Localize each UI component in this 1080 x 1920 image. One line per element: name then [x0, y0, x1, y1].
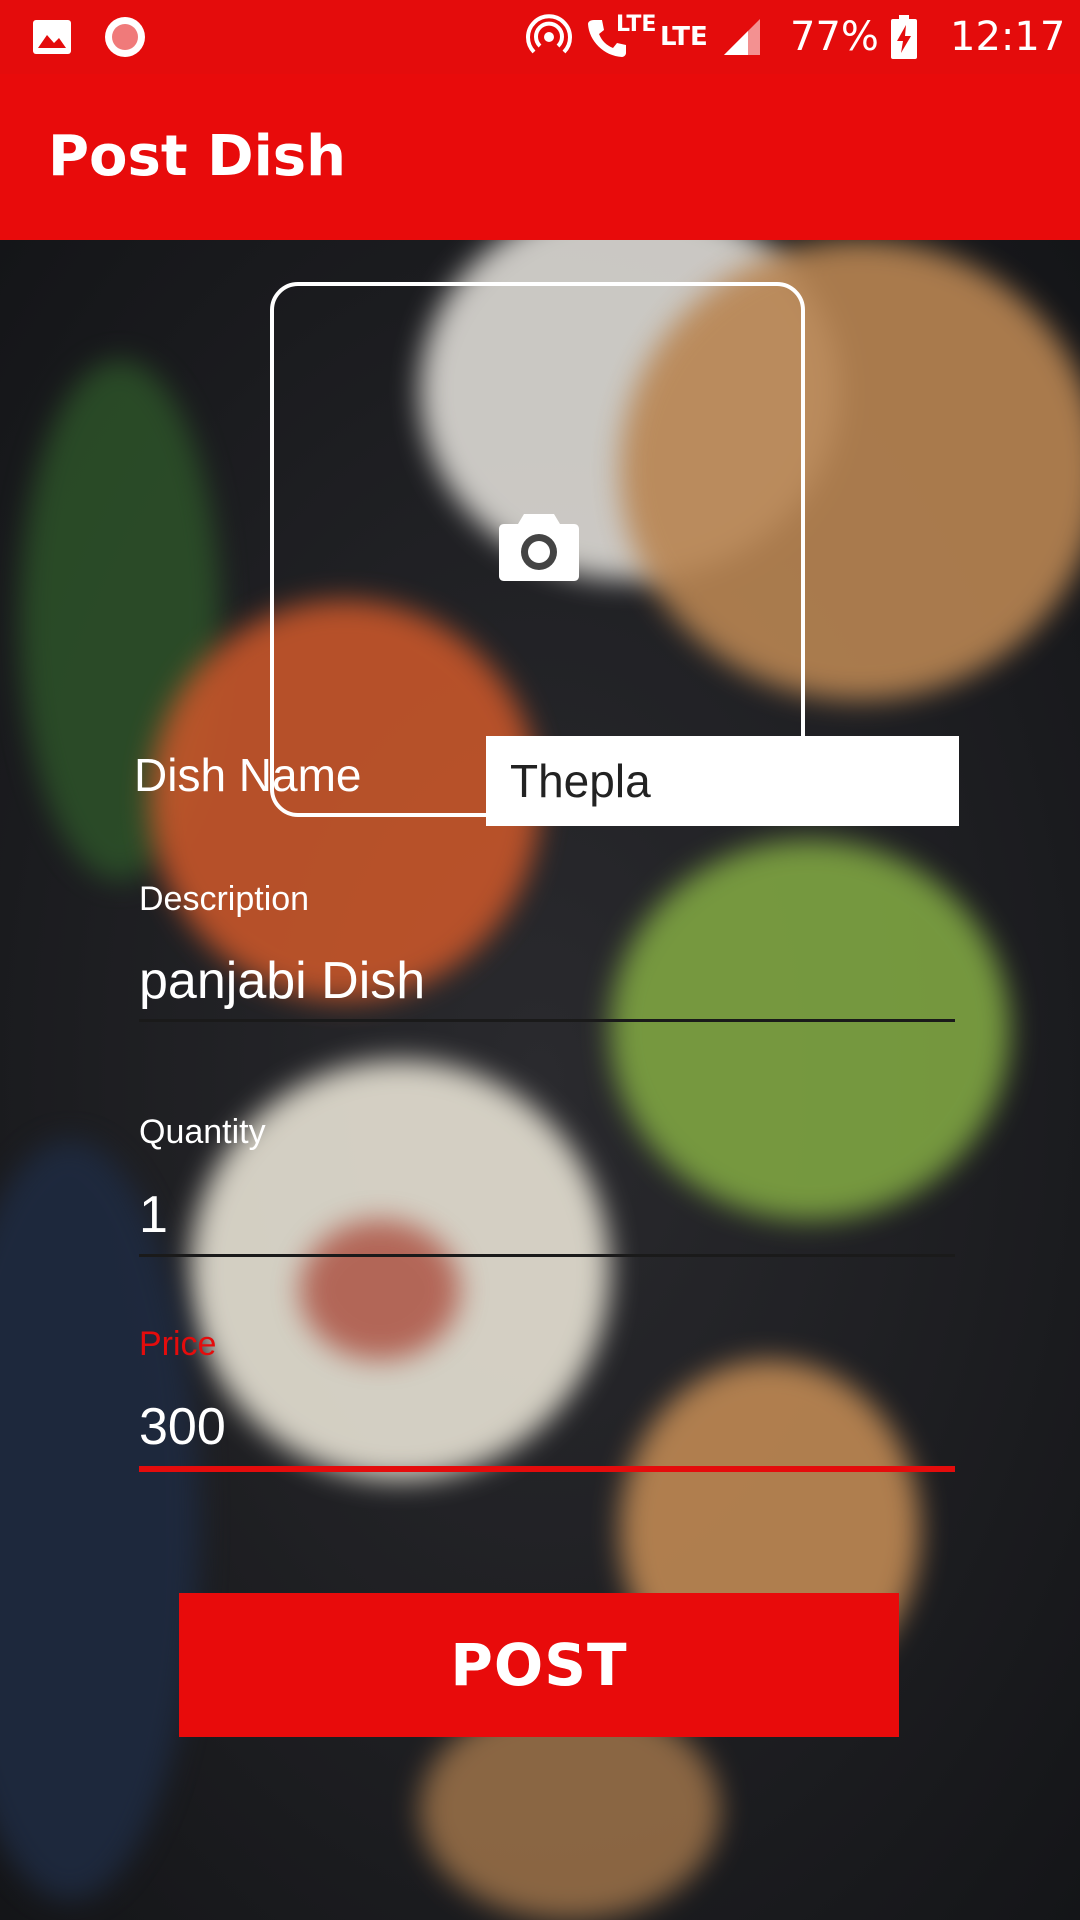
description-underline — [139, 1019, 955, 1022]
network-small-label: LTE — [616, 12, 657, 37]
description-input[interactable] — [139, 946, 955, 1016]
price-input[interactable] — [139, 1392, 955, 1462]
post-button[interactable]: POST — [179, 1593, 899, 1737]
dish-name-input[interactable] — [486, 736, 959, 826]
camera-icon[interactable] — [498, 510, 580, 582]
network-type-text: LTE — [660, 22, 708, 52]
recording-icon — [104, 0, 146, 74]
price-underline — [139, 1466, 955, 1472]
quantity-label: Quantity — [139, 1113, 266, 1151]
status-bar: LTE LTE 77% 12:17 — [0, 0, 1080, 74]
post-dish-screen: LTE LTE 77% 12:17 Post Dish Dish Name Th… — [0, 0, 1080, 1920]
page-title: Post Dish — [48, 124, 346, 189]
gallery-icon — [32, 0, 72, 74]
hotspot-icon — [526, 0, 572, 74]
price-label: Price — [139, 1325, 217, 1363]
app-bar: Post Dish — [0, 74, 1080, 240]
battery-charging-icon — [890, 0, 918, 74]
dish-name-label: Dish Name — [134, 749, 362, 801]
clock: 12:17 — [950, 14, 1066, 60]
quantity-underline — [139, 1254, 955, 1257]
signal-icon — [722, 0, 762, 74]
quantity-input[interactable] — [139, 1180, 955, 1250]
battery-percent: 77% — [790, 14, 879, 60]
description-label: Description — [139, 880, 310, 918]
network-type-label: LTE — [660, 0, 708, 74]
volte-call-icon: LTE — [586, 0, 656, 74]
